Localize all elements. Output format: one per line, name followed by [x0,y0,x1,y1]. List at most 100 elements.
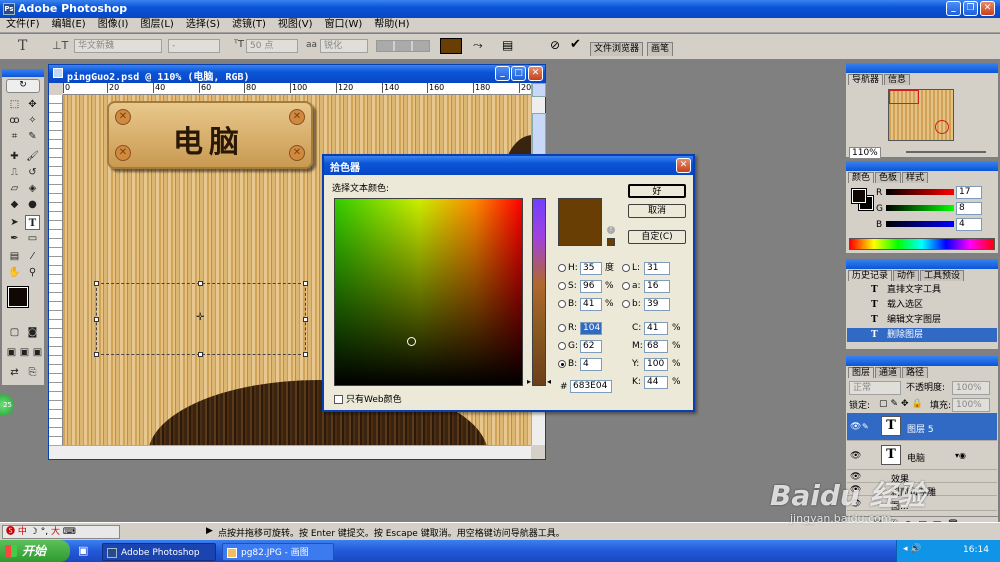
type-tool-active-icon[interactable]: T [25,215,40,230]
menu-item[interactable]: 选择(S) [180,18,226,32]
y-field[interactable]: 100 [644,358,668,371]
lock-icons[interactable]: ▢✎✥🔒 [879,399,926,409]
cancel-icon[interactable]: ⊘ [550,38,560,52]
eraser-tool-icon[interactable]: ▱ [7,181,22,196]
screen-mode-3-icon[interactable]: ▣ [30,345,45,360]
handle[interactable] [303,281,308,286]
b-radio[interactable] [558,360,566,368]
custom-button[interactable]: 自定(C) [628,230,686,244]
tab-channels[interactable]: 通道 [875,367,902,378]
b-field[interactable]: 4 [580,358,602,371]
commit-icon[interactable]: ✔ [570,37,581,52]
tab-brushes[interactable]: 画笔 [647,42,674,56]
align-buttons[interactable] [376,40,430,52]
brush-tool-icon[interactable]: 🖌 [25,149,40,164]
opacity-field[interactable]: 100% [952,381,990,395]
horizontal-scrollbar[interactable] [49,445,531,459]
task-photoshop[interactable]: Adobe Photoshop [102,543,216,561]
brush-link-icon[interactable]: ✎ [862,422,869,431]
history-item[interactable]: T 删除图层 [847,328,997,342]
doc-minimize-button[interactable]: _ [495,66,510,81]
shape-tool-icon[interactable]: ▭ [25,231,40,246]
dodge-tool-icon[interactable]: ● [25,197,40,212]
hue-slider-arrow-icon[interactable]: ▸ [527,377,531,386]
orient-text-icon[interactable]: ⊥T [52,39,68,52]
task-paint[interactable]: pg82.JPG - 画图 [222,543,334,561]
tab-history[interactable]: 历史记录 [848,270,893,281]
tab-info[interactable]: 信息 [884,74,911,85]
layer-row[interactable]: 👁 T 电脑 ▾◉ [847,442,997,470]
history-item[interactable]: T 载入选区 [847,298,997,312]
text-bounding-box[interactable]: ✛ [94,281,308,357]
tab-navigator[interactable]: 导航器 [848,74,884,85]
notes-tool-icon[interactable]: ▤ [7,249,22,264]
blend-mode-select[interactable]: 正常 [849,381,901,395]
crop-tool-icon[interactable]: ⌗ [7,129,22,144]
tray-icons[interactable]: ◂ 🔊 [903,544,922,554]
menu-item[interactable]: 帮助(H) [368,18,415,32]
doc-close-button[interactable]: ✕ [528,66,543,81]
s-field[interactable]: 96 [580,280,602,293]
panel-r-field[interactable]: 17 [956,186,982,199]
k-field[interactable]: 44 [644,376,668,389]
blur-tool-icon[interactable]: ◆ [7,197,22,212]
font-style-select[interactable]: - [168,39,220,53]
palettes-icon[interactable]: ▤ [502,38,513,52]
zoom-tool-icon[interactable]: ⚲ [25,265,40,280]
nav-zoom-slider[interactable] [906,151,986,153]
jump-icon[interactable]: ⎘ [25,365,40,380]
view-box[interactable] [889,90,919,104]
g-field[interactable]: 62 [580,340,602,353]
quicklaunch-icon[interactable]: ▣ [78,544,88,557]
a-field[interactable]: 16 [644,280,670,293]
panel-b-field[interactable]: 4 [956,218,982,231]
path-select-icon[interactable]: ➤ [7,215,22,230]
h-radio[interactable] [558,264,566,272]
g-radio[interactable] [558,342,566,350]
handle[interactable] [303,352,308,357]
adobe-online-icon[interactable]: ↻ [6,79,40,93]
panel-b-slider[interactable] [886,221,954,227]
handle[interactable] [94,317,99,322]
ok-button[interactable]: 好 [628,184,686,198]
foreground-color-swatch[interactable] [7,286,29,308]
handle[interactable] [198,281,203,286]
menu-item[interactable]: 视图(V) [272,18,319,32]
menu-item[interactable]: 编辑(E) [46,18,92,32]
doc-maximize-button[interactable]: □ [511,66,526,81]
l-field[interactable]: 31 [644,262,670,275]
menu-item[interactable]: 图层(L) [134,18,179,32]
magic-wand-icon[interactable]: ✧ [25,113,40,128]
ime-bar[interactable]: 🅢 中 ☽ °, 大 ⌨ [2,525,120,539]
eye-icon[interactable]: 👁 [850,422,861,432]
font-family-select[interactable]: 华文新魏 [74,39,162,53]
hue-slider[interactable]: ▸ ◂ [527,198,551,386]
fx-icon[interactable]: ▾◉ [955,451,966,460]
handle[interactable] [198,352,203,357]
pen-tool-icon[interactable]: ✒ [7,231,22,246]
color-field[interactable] [334,198,523,386]
scroll-up-button[interactable] [532,83,546,97]
minimize-button[interactable]: _ [946,1,961,16]
gamut-warning-icon[interactable]: ! [607,226,615,234]
tab-styles[interactable]: 样式 [902,172,929,183]
handle[interactable] [94,281,99,286]
tab-tool-presets[interactable]: 工具预设 [920,270,965,281]
r-radio[interactable] [558,324,566,332]
brightness-radio[interactable] [558,300,566,308]
brightness-field[interactable]: 41 [580,298,602,311]
type-tool-icon[interactable]: T [18,38,27,54]
a-radio[interactable] [622,282,630,290]
move-tool-icon[interactable]: ✥ [25,97,40,112]
quick-mask-icon[interactable]: ◙ [25,325,40,340]
hex-field[interactable]: 683E04 [570,380,612,393]
web-only-checkbox[interactable] [334,395,343,404]
panel-g-slider[interactable] [886,205,954,211]
standard-mode-icon[interactable]: ▢ [7,325,22,340]
color-picker-close-button[interactable]: ✕ [676,158,691,173]
slice-tool-icon[interactable]: ✎ [25,129,40,144]
marquee-tool-icon[interactable]: ⬚ [7,97,22,112]
start-button[interactable]: 开始 [0,540,70,562]
maximize-button[interactable]: ❐ [963,1,978,16]
history-brush-icon[interactable]: ↺ [25,165,40,180]
